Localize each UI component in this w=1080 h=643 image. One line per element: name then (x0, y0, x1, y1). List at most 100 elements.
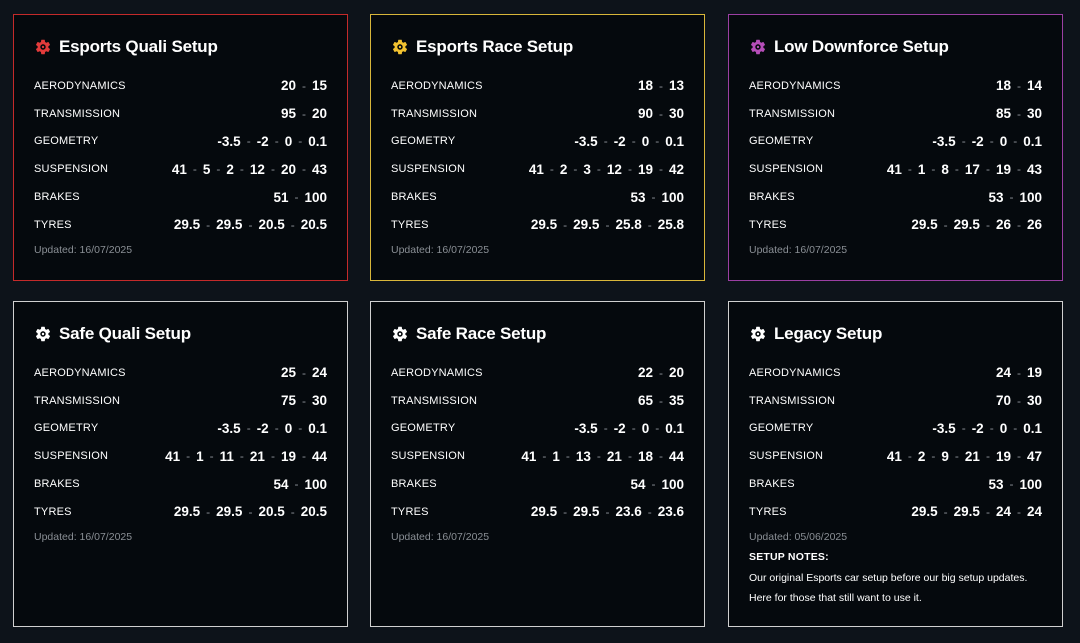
value-separator: - (985, 217, 990, 232)
setup-row-geo: GEOMETRY -3.5- -2-0-0.1 (34, 128, 327, 156)
setup-row-aero: AERODYNAMICS 24-19 (749, 359, 1042, 387)
value-separator: - (655, 134, 660, 149)
setup-row-label: TYRES (34, 505, 72, 518)
setup-row-label: BRAKES (749, 191, 795, 204)
setup-value: 12 (249, 161, 265, 177)
setup-value: 100 (304, 476, 327, 492)
value-separator: - (563, 217, 568, 232)
setup-row-label: TRANSMISSION (749, 394, 836, 407)
setup-card: Legacy Setup AERODYNAMICS 24-19 TRANSMISSIO… (728, 301, 1063, 627)
setup-value: 5 (202, 161, 211, 177)
setup-row-label: TRANSMISSION (34, 107, 121, 120)
value-separator: - (931, 162, 936, 177)
setup-row-values: 53-100 (988, 190, 1042, 205)
setup-row-aero: AERODYNAMICS 18-13 (391, 72, 684, 100)
setup-value: 100 (304, 189, 327, 205)
setup-value: 90 (637, 106, 653, 122)
setup-row-values: 18-14 (996, 78, 1042, 93)
setup-value: 43 (311, 161, 327, 177)
setup-values: AERODYNAMICS 18-13 TRANSMISSION 90-30 GEOMET… (391, 72, 684, 239)
setup-value: 25.8 (657, 217, 684, 233)
value-separator: - (301, 78, 306, 93)
setup-row-label: BRAKES (34, 191, 80, 204)
setup-value: 41 (528, 161, 544, 177)
gear-icon (34, 38, 52, 56)
setup-value: 15 (311, 78, 327, 94)
setup-row-susp: SUSPENSION 41-1-8-17-19-43 (749, 155, 1042, 183)
setup-row-values: 24-19 (996, 365, 1042, 380)
setup-row-susp: SUSPENSION 41-2-3-12-19-42 (391, 155, 684, 183)
card-title-text: Safe Quali Setup (59, 324, 191, 343)
value-separator: - (1016, 106, 1021, 121)
setup-row-label: BRAKES (34, 478, 80, 491)
updated-date: Updated: 16/07/2025 (34, 244, 133, 256)
value-separator: - (294, 477, 299, 492)
setup-value: 0 (999, 420, 1008, 436)
setup-value: 0.1 (1023, 420, 1042, 436)
setup-row-label: AERODYNAMICS (749, 79, 841, 92)
value-separator: - (961, 421, 966, 436)
value-separator: - (954, 449, 959, 464)
setup-row-label: TRANSMISSION (391, 394, 478, 407)
setup-value: 9 (941, 448, 949, 464)
value-separator: - (605, 504, 610, 519)
setup-row-tyres: TYRES 29.5-29.5-23.6-23.6 (391, 498, 684, 526)
setup-value: 1 (552, 448, 560, 464)
setup-row-trans: TRANSMISSION 95-20 (34, 100, 327, 128)
updated-date: Updated: 16/07/2025 (34, 531, 133, 543)
value-separator: - (1016, 449, 1021, 464)
setup-value: 30 (1026, 106, 1042, 122)
setup-value: 14 (1026, 78, 1042, 94)
value-separator: - (206, 217, 211, 232)
setup-value: 54 (273, 476, 289, 492)
setup-row-label: BRAKES (391, 191, 437, 204)
setup-row-geo: GEOMETRY -3.5- -2-0-0.1 (749, 128, 1042, 156)
setup-value: 95 (280, 106, 296, 122)
setup-card: Esports Race Setup AERODYNAMICS 18-13 TRANS… (370, 14, 705, 281)
value-separator: - (186, 449, 191, 464)
setup-value: -3.5 (932, 133, 956, 149)
setup-value: 2 (559, 161, 568, 177)
setup-card: Low Downforce Setup AERODYNAMICS 18-14 TRAN… (728, 14, 1063, 281)
value-separator: - (301, 365, 306, 380)
setup-row-values: -3.5- -2-0-0.1 (932, 134, 1042, 149)
setup-value: 20.5 (300, 504, 327, 520)
value-separator: - (605, 217, 610, 232)
setup-value: 29.5 (953, 217, 980, 233)
value-separator: - (954, 162, 959, 177)
setup-row-aero: AERODYNAMICS 20-15 (34, 72, 327, 100)
setup-value: 43 (1026, 161, 1042, 177)
value-separator: - (658, 106, 663, 121)
setup-row-values: 41-1-8-17-19-43 (887, 162, 1042, 177)
setup-row-label: TRANSMISSION (749, 107, 836, 120)
setup-value: 25.8 (615, 217, 642, 233)
setup-value: 29.5 (911, 504, 938, 520)
setup-row-geo: GEOMETRY -3.5- -2-0-0.1 (34, 415, 327, 443)
setup-value: 24 (995, 365, 1011, 381)
value-separator: - (989, 421, 994, 436)
value-separator: - (565, 449, 570, 464)
setup-row-label: BRAKES (391, 478, 437, 491)
value-separator: - (1009, 190, 1014, 205)
setup-row-values: 41-2-3-12-19-42 (529, 162, 684, 177)
setup-row-trans: TRANSMISSION 70-30 (749, 387, 1042, 415)
setup-value: 8 (941, 161, 949, 177)
setup-value: 26 (995, 217, 1011, 233)
setup-value: 41 (171, 161, 187, 177)
setup-row-trans: TRANSMISSION 75-30 (34, 387, 327, 415)
setup-row-values: 29.5-29.5-20.5-20.5 (174, 504, 327, 519)
card-title-text: Esports Quali Setup (59, 37, 218, 56)
setup-value: 17 (964, 161, 980, 177)
setup-value: -2 (256, 133, 269, 149)
value-separator: - (907, 162, 912, 177)
setup-value: 18 (637, 448, 653, 464)
setup-value: 21 (964, 448, 980, 464)
setup-row-label: AERODYNAMICS (749, 366, 841, 379)
value-separator: - (985, 504, 990, 519)
setup-row-label: AERODYNAMICS (34, 366, 126, 379)
setup-row-values: 25-24 (281, 365, 327, 380)
value-separator: - (603, 134, 608, 149)
setup-value: 29.5 (530, 217, 558, 233)
setup-row-values: 70-30 (996, 393, 1042, 408)
value-separator: - (290, 504, 295, 519)
